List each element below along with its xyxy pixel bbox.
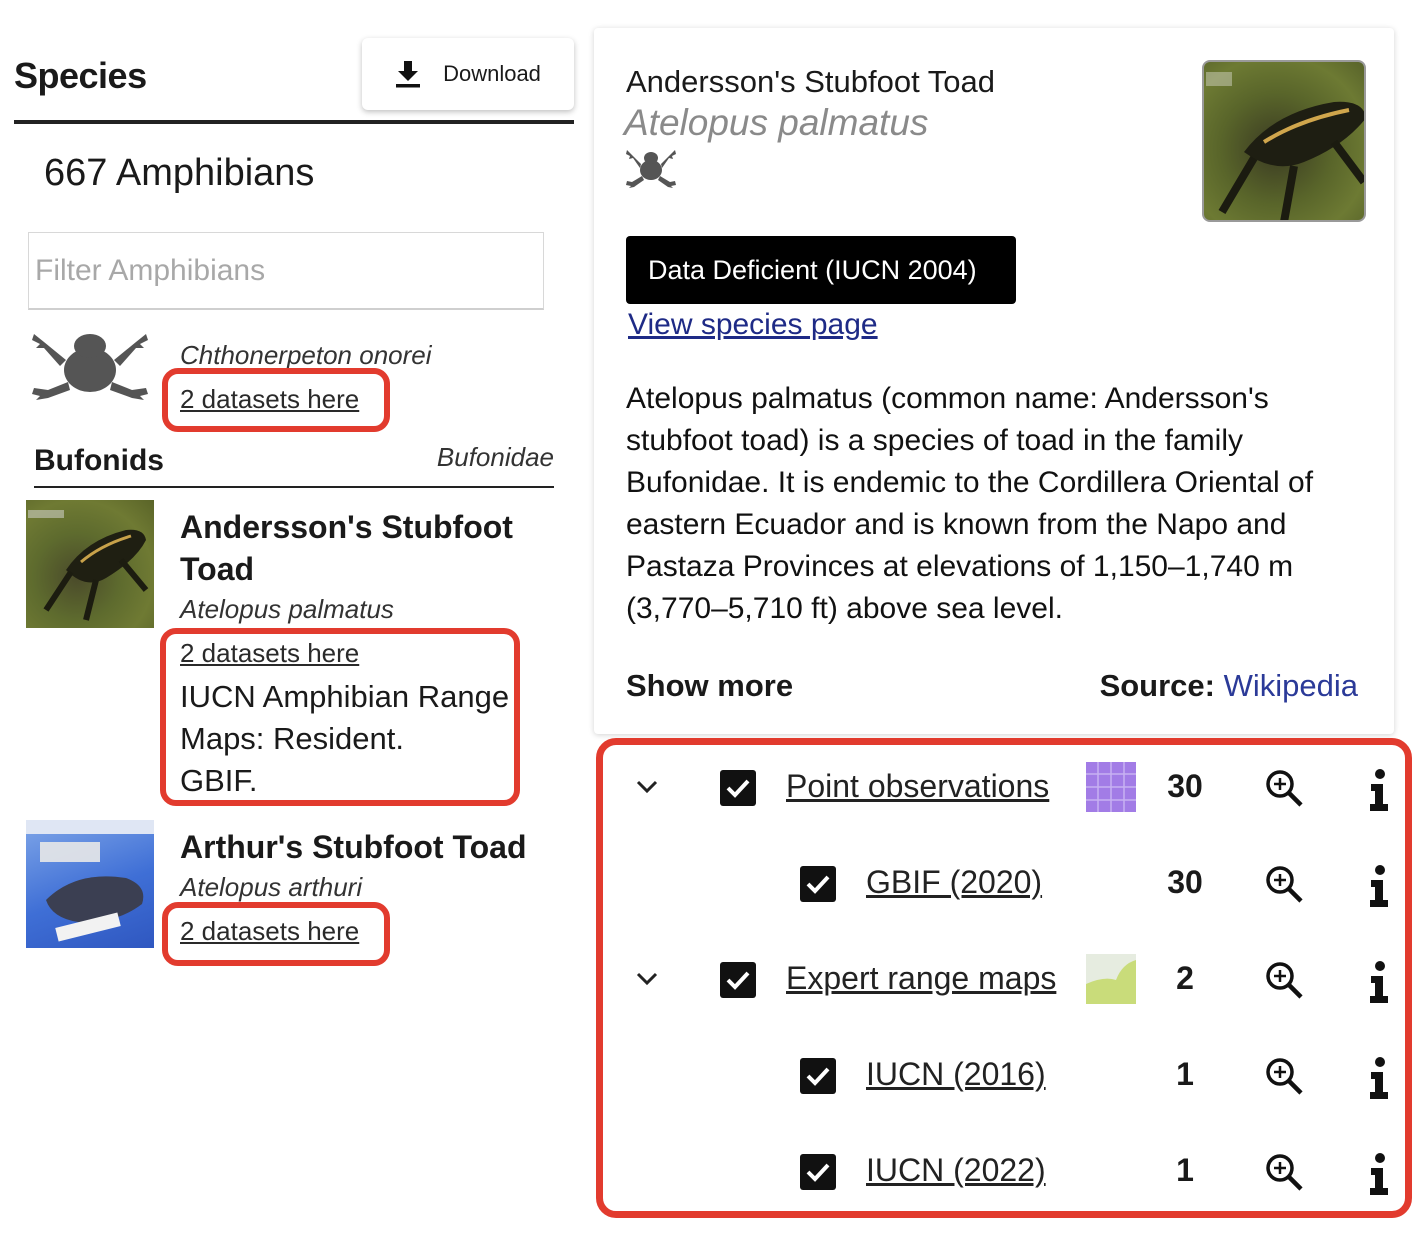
datasets-detail-line: Maps: Resident. [180,721,404,756]
datasets-detail: IUCN Amphibian Range Maps: Resident. GBI… [180,676,510,802]
family-header: Bufonids Bufonidae [34,440,554,488]
datasets-link[interactable]: 2 datasets here [180,384,359,415]
check-icon [806,875,830,894]
card-common-name: Andersson's Stubfoot Toad [626,64,995,99]
species-common-name[interactable]: Arthur's Stubfoot Toad [180,826,527,868]
filter-input[interactable] [28,232,544,310]
source-link[interactable]: Wikipedia [1224,668,1358,703]
chevron-down-icon[interactable] [630,770,664,804]
source-attribution: Source: Wikipedia [1100,668,1358,704]
zoom-in-icon[interactable] [1264,960,1304,1000]
source-label: Source: [1099,668,1215,703]
zoom-in-icon[interactable] [1264,1056,1304,1096]
species-latin-name: Chthonerpeton onorei [180,340,432,370]
dataset-label[interactable]: IUCN (2022) [866,1152,1046,1189]
info-icon[interactable] [1368,1152,1390,1196]
toad-photo-icon [28,510,149,621]
check-icon [726,971,750,990]
species-count: 667 Amphibians [44,152,315,194]
species-common-name[interactable]: Andersson's Stubfoot Toad [180,506,513,590]
info-icon[interactable] [1368,960,1390,1004]
dataset-group-row: Expert range maps 2 [600,932,1400,1028]
species-latin-name: Atelopus palmatus [180,594,394,624]
show-more-button[interactable]: Show more [626,668,793,704]
panel-title: Species [14,55,147,96]
species-thumbnail[interactable] [26,500,154,628]
common-name-line: Andersson's Stubfoot [180,509,513,545]
common-name-line: Toad [180,551,255,587]
point-grid-legend-icon [1086,762,1136,812]
dataset-count: 1 [1176,1152,1194,1188]
datasets-detail-line: IUCN Amphibian Range [180,679,510,714]
dataset-row: IUCN (2016) 1 [600,1028,1400,1124]
info-icon[interactable] [1368,768,1390,812]
zoom-in-icon[interactable] [1264,864,1304,904]
dataset-checkbox[interactable] [800,866,836,902]
dataset-count: 2 [1176,960,1194,996]
zoom-in-icon[interactable] [1264,768,1304,808]
dataset-count: 30 [1167,768,1203,804]
datasets-link[interactable]: 2 datasets here [180,638,359,669]
frog-silhouette-icon [32,334,148,400]
download-button[interactable]: Download [362,38,574,110]
download-icon [396,61,421,88]
family-latin-name: Bufonidae [436,442,554,472]
frog-icon [626,150,676,188]
check-icon [806,1067,830,1086]
toad-photo-icon [1206,72,1364,220]
dataset-count: 30 [1167,864,1203,900]
dataset-row: IUCN (2022) 1 [600,1124,1400,1220]
dataset-row: GBIF (2020) 30 [600,836,1400,932]
dataset-checkbox[interactable] [720,962,756,998]
dataset-label[interactable]: GBIF (2020) [866,864,1042,901]
dataset-checkbox[interactable] [800,1154,836,1190]
dataset-label[interactable]: Expert range maps [786,960,1056,997]
datasets-detail-line: GBIF. [180,763,258,798]
view-species-page-link[interactable]: View species page [628,308,878,342]
title-divider [14,120,574,124]
species-detail-card: Andersson's Stubfoot Toad Atelopus palma… [594,28,1394,734]
check-icon [726,779,750,798]
chevron-down-icon[interactable] [630,962,664,996]
card-latin-name: Atelopus palmatus [624,102,929,143]
download-label: Download [443,61,541,86]
species-description: Atelopus palmatus (common name: Andersso… [626,382,1314,625]
info-icon[interactable] [1368,864,1390,908]
info-icon[interactable] [1368,1056,1390,1100]
species-thumbnail[interactable] [26,820,154,948]
range-map-legend-icon [1086,954,1136,1004]
species-panel: Species Download 667 Amphibians Chthoner… [0,0,590,1256]
dataset-count: 1 [1176,1056,1194,1092]
dataset-label[interactable]: IUCN (2016) [866,1056,1046,1093]
family-name: Bufonids [34,444,164,477]
conservation-status-badge: Data Deficient (IUCN 2004) [626,236,1016,304]
datasets-link[interactable]: 2 datasets here [180,916,359,947]
species-latin-name: Atelopus arthuri [180,872,363,902]
check-icon [806,1163,830,1182]
species-photo[interactable] [1202,60,1366,222]
dataset-checkbox[interactable] [800,1058,836,1094]
dataset-label[interactable]: Point observations [786,768,1049,805]
dataset-checkbox[interactable] [720,770,756,806]
specimen-photo-icon [26,820,154,942]
zoom-in-icon[interactable] [1264,1152,1304,1192]
dataset-group-row: Point observations 30 [600,740,1400,836]
